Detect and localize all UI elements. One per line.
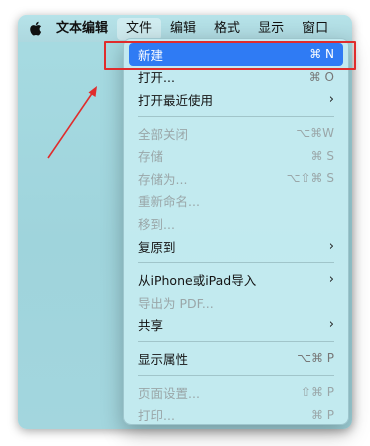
shortcut-label: ⌥⌘ P — [297, 351, 334, 366]
menu-item-revert-to[interactable]: 复原到 › — [129, 235, 343, 258]
menu-item-print: 打印... ⌘ P — [129, 403, 343, 424]
chevron-right-icon: › — [328, 238, 334, 254]
menu-item-move-to: 移到... — [129, 212, 343, 235]
shortcut-label: ⌥⌘W — [296, 126, 334, 141]
menu-item-label: 页面设置... — [138, 385, 200, 401]
annotation-highlight-box — [104, 41, 356, 70]
menu-item-label: 共享 — [138, 318, 164, 334]
menu-item-close-all: 全部关闭 ⌥⌘W — [129, 122, 343, 145]
menu-item-rename: 重新命名... — [129, 190, 343, 213]
menu-item-label: 导出为 PDF... — [138, 295, 214, 311]
chevron-right-icon: › — [328, 272, 334, 288]
menu-file[interactable]: 文件 — [117, 17, 162, 40]
menu-item-save-as: 存储为... ⌥⇧⌘ S — [129, 167, 343, 190]
menu-textedit[interactable]: 文本编辑 — [52, 18, 117, 40]
menu-separator — [138, 262, 334, 264]
menu-item-label: 移到... — [138, 216, 175, 232]
shortcut-label: ⇧⌘ P — [300, 385, 334, 400]
shortcut-label: ⌘ S — [310, 148, 334, 163]
shortcut-label: ⌘ O — [308, 69, 334, 84]
menu-item-label: 复原到 — [138, 239, 176, 255]
menu-item-label: 显示属性 — [138, 351, 189, 367]
menu-separator — [138, 374, 334, 376]
menu-item-label: 重新命名... — [138, 194, 200, 210]
menu-item-page-setup: 页面设置... ⇧⌘ P — [129, 381, 343, 404]
file-dropdown-menu: 新建 ⌘ N 打开... ⌘ O 打开最近使用 › 全部关闭 ⌥⌘W 存储 ⌘ … — [123, 38, 349, 425]
menu-window[interactable]: 窗口 — [293, 18, 337, 40]
menu-item-label: 从iPhone或iPad导入 — [138, 273, 257, 289]
menu-item-label: 存储为... — [138, 171, 188, 187]
menu-item-share[interactable]: 共享 › — [129, 314, 343, 337]
menu-item-show-properties[interactable]: 显示属性 ⌥⌘ P — [129, 347, 343, 370]
menu-item-label: 打印... — [138, 408, 175, 424]
menu-separator — [138, 115, 334, 117]
menu-item-open-recent[interactable]: 打开最近使用 › — [129, 88, 343, 111]
menu-item-label: 全部关闭 — [138, 126, 189, 142]
menu-view[interactable]: 显示 — [249, 18, 293, 40]
chevron-right-icon: › — [328, 91, 334, 107]
menu-item-save: 存储 ⌘ S — [129, 144, 343, 167]
shortcut-label: ⌘ P — [310, 407, 334, 422]
apple-icon[interactable] — [18, 15, 52, 42]
menu-item-label: 存储 — [138, 149, 164, 165]
menu-item-export-pdf: 导出为 PDF... — [129, 291, 343, 314]
menu-separator — [138, 341, 334, 343]
menu-edit[interactable]: 编辑 — [161, 18, 205, 40]
menu-item-import-from-iphone[interactable]: 从iPhone或iPad导入 › — [129, 268, 343, 291]
menu-item-label: 打开... — [138, 70, 175, 86]
menu-item-label: 打开最近使用 — [138, 92, 214, 108]
menu-format[interactable]: 格式 — [205, 18, 249, 40]
chevron-right-icon: › — [328, 317, 334, 333]
shortcut-label: ⌥⇧⌘ S — [286, 171, 334, 186]
